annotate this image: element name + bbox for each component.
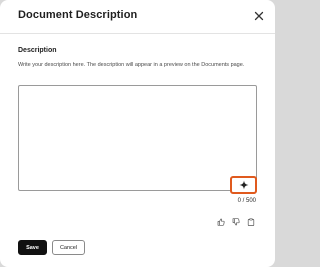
document-description-dialog: Document Description Description Write y… (0, 0, 275, 267)
copy-button[interactable] (247, 218, 255, 226)
sparkle-icon (239, 180, 248, 190)
thumbs-up-button[interactable] (217, 218, 225, 226)
dialog-header: Document Description (0, 0, 275, 34)
dialog-title: Document Description (18, 9, 138, 21)
cancel-button[interactable]: Cancel (52, 240, 85, 255)
thumbs-up-icon (217, 218, 225, 226)
copy-icon (247, 218, 255, 226)
description-label: Description (18, 47, 57, 54)
character-counter: 0 / 500 (237, 198, 256, 204)
description-helper-text: Write your description here. The descrip… (18, 62, 245, 68)
save-button[interactable]: Save (18, 240, 47, 255)
description-textarea[interactable] (18, 85, 257, 191)
close-button[interactable] (252, 9, 266, 23)
close-icon (254, 11, 264, 21)
thumbs-down-icon (232, 218, 240, 226)
ai-generate-button[interactable] (230, 176, 257, 194)
thumbs-down-button[interactable] (232, 218, 240, 226)
